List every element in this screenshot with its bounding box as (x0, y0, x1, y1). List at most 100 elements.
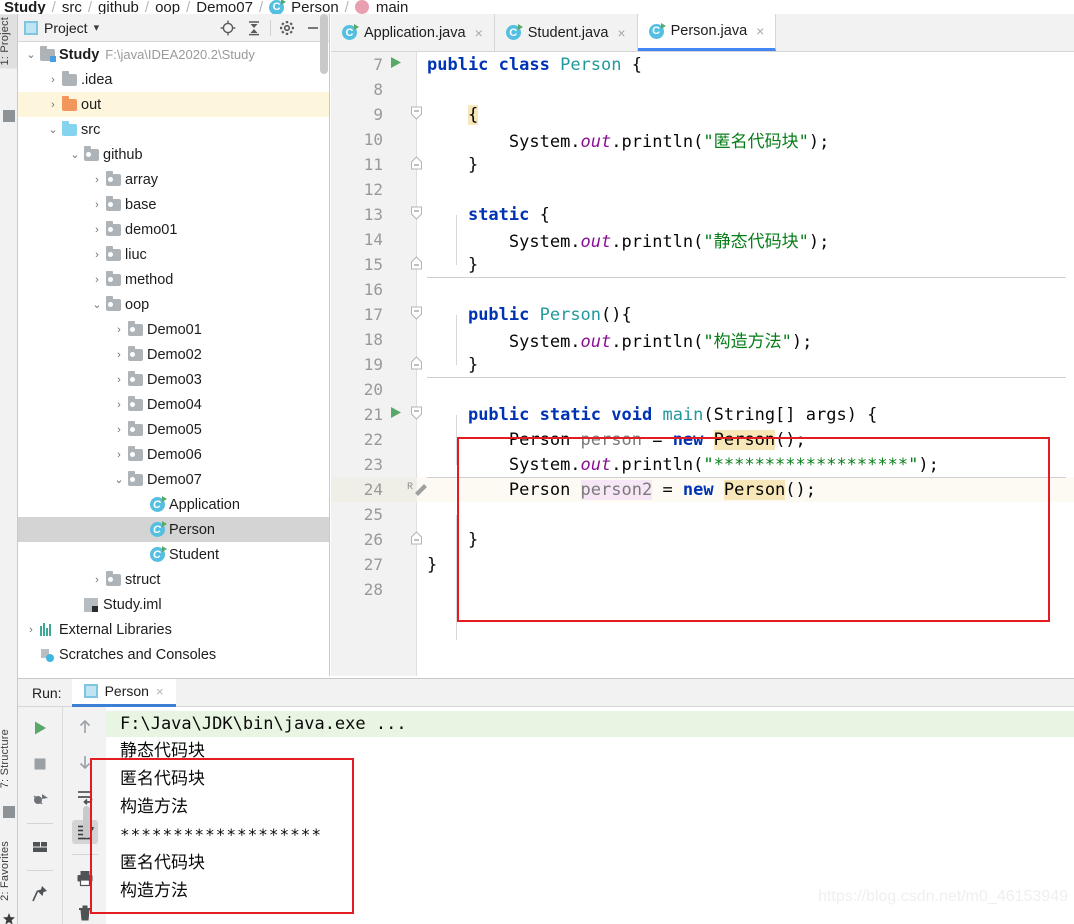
code-line-7[interactable]: 7public class Person { (331, 52, 1074, 77)
code-line-10[interactable]: 10 System.out.println("匿名代码块"); (331, 127, 1074, 152)
project-tree[interactable]: ⌄StudyF:\java\IDEA2020.2\Study›.idea›out… (18, 42, 329, 676)
code-line-16[interactable]: 16 (331, 277, 1074, 302)
tree-node--idea[interactable]: ›.idea (18, 67, 329, 92)
chevron-right-icon[interactable]: › (112, 349, 126, 361)
tree-node-application[interactable]: CApplication (18, 492, 329, 517)
tree-node-github[interactable]: ⌄github (18, 142, 329, 167)
chevron-right-icon[interactable]: › (90, 224, 104, 236)
chevron-right-icon[interactable]: › (112, 449, 126, 461)
chevron-down-icon[interactable]: ▾ (94, 21, 100, 34)
editor-tab-student-java[interactable]: CStudent.java× (495, 14, 638, 51)
tree-node-demo04[interactable]: ›Demo04 (18, 392, 329, 417)
collapse-all-icon[interactable] (244, 18, 264, 38)
tree-node-external-libraries[interactable]: ›External Libraries (18, 617, 329, 642)
chevron-right-icon[interactable]: › (90, 249, 104, 261)
fold-end-icon[interactable] (410, 256, 424, 273)
close-icon[interactable]: × (156, 684, 164, 699)
code-line-25[interactable]: 25 (331, 502, 1074, 527)
chevron-right-icon[interactable]: › (46, 99, 60, 111)
chevron-right-icon[interactable]: › (90, 274, 104, 286)
tree-node-base[interactable]: ›base (18, 192, 329, 217)
close-icon[interactable]: × (475, 25, 483, 41)
fold-collapse-icon[interactable] (410, 406, 424, 423)
print-icon[interactable] (72, 865, 98, 890)
gutter-run-icon[interactable] (389, 56, 403, 73)
chevron-right-icon[interactable]: › (90, 574, 104, 586)
layout-icon[interactable] (27, 834, 53, 860)
chevron-right-icon[interactable]: › (46, 74, 60, 86)
code-line-28[interactable]: 28 (331, 577, 1074, 602)
fold-end-icon[interactable] (410, 531, 424, 548)
tree-node-study-iml[interactable]: Study.iml (18, 592, 329, 617)
tree-node-student[interactable]: CStudent (18, 542, 329, 567)
locate-target-icon[interactable] (218, 18, 238, 38)
chevron-right-icon[interactable]: › (112, 374, 126, 386)
fold-collapse-icon[interactable] (410, 106, 424, 123)
editor-tab-application-java[interactable]: CApplication.java× (331, 14, 495, 51)
tree-node-scratches-and-consoles[interactable]: Scratches and Consoles (18, 642, 329, 667)
tree-node-method[interactable]: ›method (18, 267, 329, 292)
code-line-21[interactable]: 21 public static void main(String[] args… (331, 402, 1074, 427)
chevron-down-icon[interactable]: ⌄ (46, 123, 60, 136)
fold-collapse-icon[interactable] (410, 206, 424, 223)
code-line-20[interactable]: 20 (331, 377, 1074, 402)
tree-node-struct[interactable]: ›struct (18, 567, 329, 592)
code-editor[interactable]: 7public class Person {89 {10 System.out.… (331, 52, 1074, 676)
code-line-11[interactable]: 11 } (331, 152, 1074, 177)
fold-end-icon[interactable] (410, 356, 424, 373)
fold-end-icon[interactable] (410, 156, 424, 173)
previous-occurrence-icon[interactable] (72, 715, 98, 740)
code-line-24[interactable]: 24R Person person2 = new Person(); (331, 477, 1074, 502)
tree-node-demo07[interactable]: ⌄Demo07 (18, 467, 329, 492)
editor-tab-person-java[interactable]: CPerson.java× (638, 14, 777, 51)
console-output[interactable]: F:\Java\JDK\bin\java.exe ...静态代码块匿名代码块构造… (106, 707, 1074, 924)
chevron-right-icon[interactable]: › (112, 424, 126, 436)
chevron-right-icon[interactable]: › (112, 399, 126, 411)
code-line-18[interactable]: 18 System.out.println("构造方法"); (331, 327, 1074, 352)
tree-node-demo01[interactable]: ›demo01 (18, 217, 329, 242)
tree-node-demo01[interactable]: ›Demo01 (18, 317, 329, 342)
code-line-26[interactable]: 26 } (331, 527, 1074, 552)
sidebar-item-structure[interactable]: 7: Structure (0, 726, 17, 791)
tree-node-demo06[interactable]: ›Demo06 (18, 442, 329, 467)
chevron-right-icon[interactable]: › (90, 174, 104, 186)
tree-node-src[interactable]: ⌄src (18, 117, 329, 142)
sidebar-item-favorites[interactable]: 2: Favorites (0, 838, 17, 904)
clear-all-icon[interactable] (72, 900, 98, 924)
chevron-down-icon[interactable]: ⌄ (24, 48, 38, 61)
tree-node-demo05[interactable]: ›Demo05 (18, 417, 329, 442)
chevron-down-icon[interactable]: ⌄ (90, 298, 104, 311)
fold-collapse-icon[interactable] (410, 306, 424, 323)
code-line-12[interactable]: 12 (331, 177, 1074, 202)
code-line-23[interactable]: 23 System.out.println("*****************… (331, 452, 1074, 477)
recent-change-icon[interactable]: R (407, 480, 421, 499)
code-line-27[interactable]: 27} (331, 552, 1074, 577)
chevron-down-icon[interactable]: ⌄ (68, 148, 82, 161)
code-line-17[interactable]: 17 public Person(){ (331, 302, 1074, 327)
gear-icon[interactable] (277, 18, 297, 38)
chevron-right-icon[interactable]: › (112, 324, 126, 336)
code-line-14[interactable]: 14 System.out.println("静态代码块"); (331, 227, 1074, 252)
rerun-failed-tests-icon[interactable] (27, 787, 53, 813)
chevron-right-icon[interactable]: › (24, 624, 38, 636)
code-line-19[interactable]: 19 } (331, 352, 1074, 377)
close-icon[interactable]: × (756, 23, 764, 39)
code-line-13[interactable]: 13 static { (331, 202, 1074, 227)
tree-node-demo02[interactable]: ›Demo02 (18, 342, 329, 367)
project-tree-scrollbar[interactable] (320, 14, 328, 74)
stop-icon[interactable] (27, 751, 53, 777)
code-line-8[interactable]: 8 (331, 77, 1074, 102)
pin-tab-icon[interactable] (27, 881, 53, 907)
tree-node-array[interactable]: ›array (18, 167, 329, 192)
console-scrollbar[interactable] (83, 806, 90, 838)
tree-node-study[interactable]: ⌄StudyF:\java\IDEA2020.2\Study (18, 42, 329, 67)
tree-node-out[interactable]: ›out (18, 92, 329, 117)
next-occurrence-icon[interactable] (72, 750, 98, 775)
close-icon[interactable]: × (617, 25, 625, 41)
tree-node-person[interactable]: CPerson (18, 517, 329, 542)
code-line-22[interactable]: 22 Person person = new Person(); (331, 427, 1074, 452)
chevron-right-icon[interactable]: › (90, 199, 104, 211)
sidebar-item-project[interactable]: 1: Project (0, 14, 17, 68)
rerun-icon[interactable] (27, 715, 53, 741)
chevron-down-icon[interactable]: ⌄ (112, 473, 126, 486)
